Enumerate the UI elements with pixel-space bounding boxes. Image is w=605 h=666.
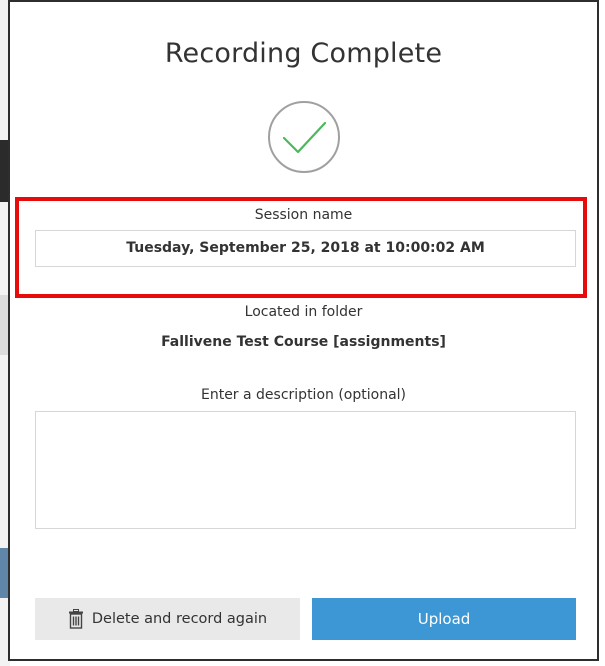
session-name-label: Session name	[254, 207, 353, 223]
delete-button-label: Delete and record again	[91, 611, 268, 627]
trash-icon	[68, 609, 84, 629]
recording-complete-dialog: Recording Complete Session name Tuesday,…	[8, 0, 599, 661]
check-circle-icon	[268, 101, 340, 173]
upload-button[interactable]: Upload	[312, 598, 576, 640]
checkmark-icon	[282, 121, 327, 154]
folder-name: Fallivene Test Course [assignments]	[161, 334, 446, 350]
delete-and-record-again-button[interactable]: Delete and record again	[35, 598, 300, 640]
folder-label: Located in folder	[244, 304, 363, 320]
dialog-title: Recording Complete	[164, 38, 443, 69]
session-name-field[interactable]: Tuesday, September 25, 2018 at 10:00:02 …	[35, 230, 576, 267]
description-input[interactable]	[35, 411, 576, 529]
description-label: Enter a description (optional)	[200, 387, 406, 403]
